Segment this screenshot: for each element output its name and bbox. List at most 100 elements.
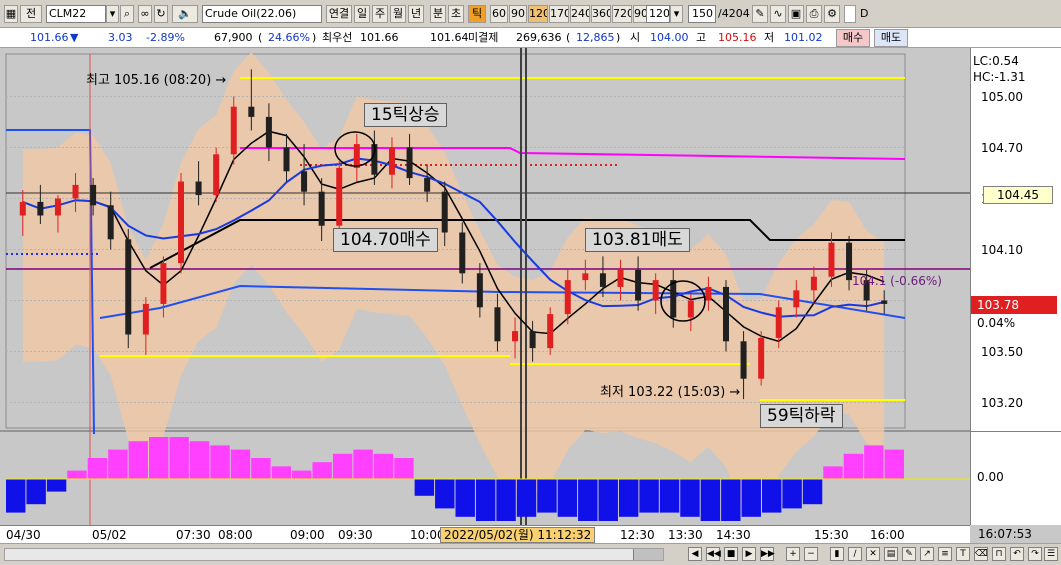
zoom-in-icon[interactable]: + [786, 547, 800, 561]
interval-90[interactable]: 90 [509, 5, 527, 23]
speaker-icon[interactable]: 🔈 [172, 5, 198, 23]
candle-body [301, 171, 308, 192]
gear-icon[interactable]: ⚙ [824, 5, 840, 23]
candle-body [617, 269, 624, 287]
open-label: 시 [630, 31, 641, 44]
grid-icon[interactable]: ▦ [4, 5, 18, 23]
oscillator-bar [516, 479, 537, 517]
candle-body [476, 273, 483, 308]
price-tick-label: 104.70 [981, 140, 1023, 155]
magnet-icon[interactable]: ⊓ [992, 547, 1006, 561]
oscillator-bar [618, 479, 639, 517]
high-label: 고 [696, 31, 707, 44]
best-bid: 101.64 [430, 31, 469, 44]
buy-button[interactable]: 매수 [836, 29, 870, 47]
oscillator-bar [67, 470, 87, 479]
text-icon[interactable]: T [956, 547, 970, 561]
forward-icon[interactable]: ▶▶ [760, 547, 775, 561]
price-tick-label: 105.00 [981, 89, 1023, 104]
oscillator-bar [210, 445, 230, 479]
stop-icon[interactable]: ■ [724, 547, 738, 561]
candle-body [740, 341, 747, 379]
interval-170[interactable]: 170 [549, 5, 569, 23]
mode-week[interactable]: 주 [372, 5, 388, 23]
interval-360[interactable]: 360 [591, 5, 611, 23]
candle-body [424, 178, 431, 192]
search-icon[interactable]: ⌕ [120, 5, 134, 23]
candle-body [19, 201, 26, 216]
oscillator-bar [700, 479, 721, 521]
total-count: /4204 [718, 7, 750, 20]
oscillator-bar [414, 479, 435, 496]
oscillator-bar [353, 449, 373, 479]
eraser-icon[interactable]: ⌫ [974, 547, 988, 561]
time-label: 12:30 [620, 528, 655, 542]
save-icon[interactable]: ▣ [788, 5, 804, 23]
trend-icon[interactable]: ↗ [920, 547, 934, 561]
hc-label: HC:-1.31 [973, 70, 1026, 84]
symbol-dropdown-icon[interactable]: ▾ [106, 5, 119, 23]
oscillator-bar [680, 479, 700, 517]
interval-120[interactable]: 120 [528, 5, 548, 23]
undo-icon[interactable]: ↶ [1010, 547, 1024, 561]
market-type-select[interactable]: 전 [20, 5, 42, 23]
scroll-thumb[interactable] [633, 549, 663, 560]
d-checkbox[interactable] [844, 5, 856, 23]
rewind-icon[interactable]: ◀◀ [706, 547, 721, 561]
chart-area[interactable]: LC:0.54 HC:-1.31 105.00104.70104.40104.1… [0, 48, 1061, 565]
candle-body [512, 331, 519, 342]
volume: 67,900 [214, 31, 253, 44]
price-change: 3.03 [108, 31, 133, 44]
scroll-track[interactable] [4, 548, 664, 561]
interval-720[interactable]: 720 [612, 5, 632, 23]
candle-body [54, 198, 61, 216]
interval-dropdown-icon[interactable]: ▾ [670, 5, 683, 23]
interval-60[interactable]: 60 [490, 5, 508, 23]
refresh-icon[interactable]: ↻ [154, 5, 168, 23]
zoom-out-icon[interactable]: − [804, 547, 818, 561]
candle-body [810, 276, 817, 291]
line-chart-icon[interactable]: ∕ [848, 547, 862, 561]
mode-connected[interactable]: 연결 [326, 5, 352, 23]
candle-body [599, 273, 606, 287]
price-axis: LC:0.54 HC:-1.31 105.00104.70104.40104.1… [970, 48, 1061, 431]
indicator-axis: 0.00 [970, 431, 1061, 525]
pen-icon[interactable]: ✎ [902, 547, 916, 561]
mode-year[interactable]: 년 [408, 5, 424, 23]
mode-tick[interactable]: 틱 [468, 5, 486, 23]
layout-icon[interactable]: ▤ [884, 547, 898, 561]
mode-second[interactable]: 초 [448, 5, 464, 23]
indicator-icon[interactable]: ∿ [770, 5, 786, 23]
oscillator-bar [802, 479, 823, 505]
print-icon[interactable]: ⎙ [806, 5, 822, 23]
low-label: 저 [764, 31, 775, 44]
volume-pct-close: ) [312, 31, 317, 44]
oscillator-bar [455, 479, 475, 517]
oscillator-bar [557, 479, 578, 517]
redo-icon[interactable]: ↷ [1028, 547, 1042, 561]
fib-icon[interactable]: ≡ [938, 547, 952, 561]
sell-button[interactable]: 매도 [874, 29, 908, 47]
count-input[interactable]: 150 [688, 5, 716, 23]
symbol-input[interactable]: CLM22 [46, 5, 106, 23]
cross-icon[interactable]: ✕ [866, 547, 880, 561]
interval-input[interactable]: 120 [646, 5, 670, 23]
link-icon[interactable]: ∞ [138, 5, 152, 23]
mode-day[interactable]: 일 [354, 5, 370, 23]
mode-month[interactable]: 월 [390, 5, 406, 23]
mode-minute[interactable]: 분 [430, 5, 446, 23]
open-price: 104.00 [650, 31, 689, 44]
current-price: 101.66 [30, 31, 69, 44]
candle-body [318, 191, 325, 226]
interval-240[interactable]: 240 [570, 5, 590, 23]
menu-icon[interactable]: ☰ [1044, 547, 1058, 561]
oscillator-bar [721, 479, 741, 521]
oscillator-bar [149, 437, 169, 479]
candle-body [406, 147, 413, 179]
candle-body [230, 106, 237, 155]
bar-chart-icon[interactable]: ▮ [830, 547, 844, 561]
play-icon[interactable]: ▶ [742, 547, 756, 561]
tools-icon[interactable]: ✎ [752, 5, 768, 23]
scroll-left-icon[interactable]: ◀ [688, 547, 702, 561]
price-chart[interactable] [0, 48, 970, 525]
